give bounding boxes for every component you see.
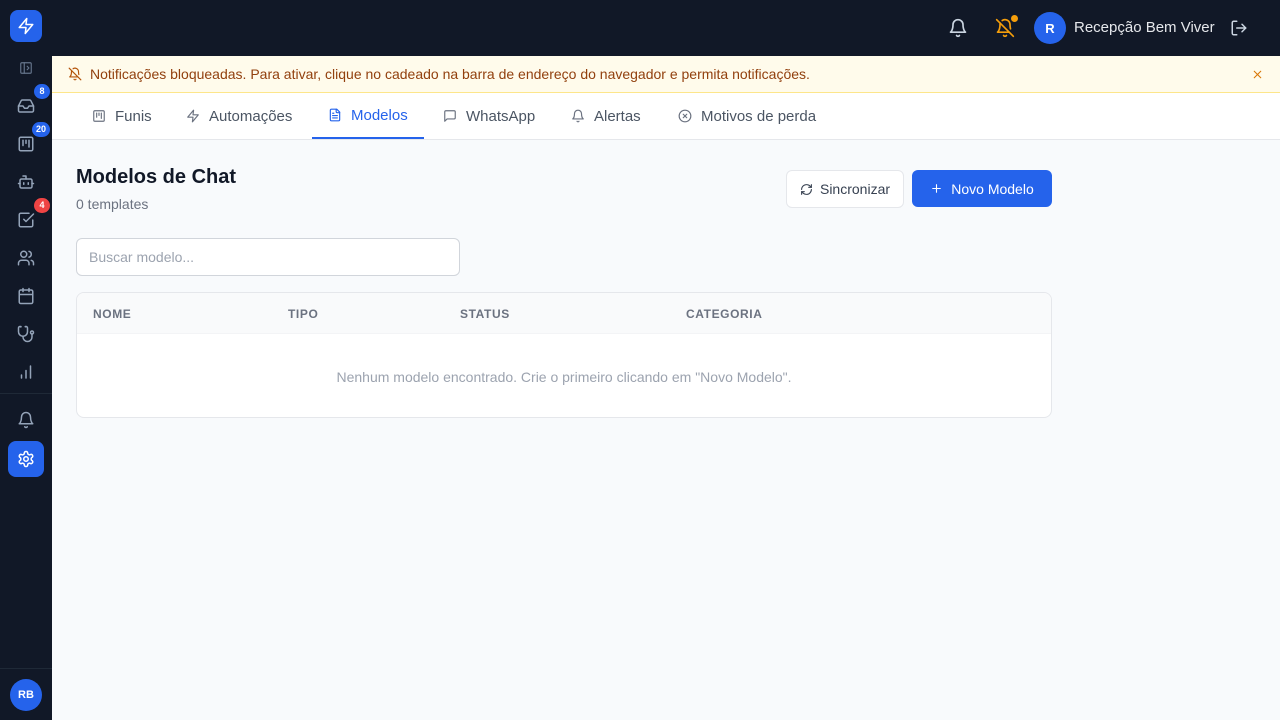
sidebar-item-tasks[interactable]: 4	[10, 198, 50, 236]
sidebar-item-contacts[interactable]	[10, 242, 42, 274]
zap-icon	[187, 109, 199, 123]
tab-label: Funis	[115, 107, 152, 125]
bell-icon	[18, 411, 34, 429]
notifications-blocked-button[interactable]	[993, 15, 1018, 40]
table-header: NOME TIPO STATUS CATEGORIA	[77, 293, 1051, 334]
tab-label: Motivos de perda	[701, 107, 817, 125]
sidebar-user-avatar[interactable]: RB	[10, 679, 42, 711]
logout-button[interactable]	[1227, 16, 1251, 40]
tab-label: WhatsApp	[466, 107, 536, 125]
app-logo[interactable]	[10, 10, 42, 42]
new-template-button-label: Novo Modelo	[951, 180, 1034, 197]
sidebar-item-bots[interactable]	[10, 166, 42, 198]
template-count: 0 templates	[76, 196, 149, 212]
search-input[interactable]	[76, 238, 460, 276]
notification-blocked-banner: Notificações bloqueadas. Para ativar, cl…	[52, 56, 1280, 93]
empty-state-message: Nenhum modelo encontrado. Crie o primeir…	[336, 369, 792, 385]
calendar-icon	[18, 287, 34, 305]
user-avatar[interactable]: R	[1034, 12, 1066, 44]
column-header-status: STATUS	[460, 307, 510, 321]
sidebar-item-clinical[interactable]	[10, 318, 42, 350]
tab-label: Alertas	[594, 107, 641, 125]
tab-label: Modelos	[351, 106, 408, 124]
message-icon	[444, 110, 456, 122]
panel-left-icon	[20, 62, 32, 74]
settings-tabs: Funis Automações Modelos WhatsApp Alerta…	[52, 93, 1280, 140]
kanban-icon	[18, 136, 34, 152]
sidebar-item-reports[interactable]	[10, 356, 42, 388]
bell-icon	[949, 18, 967, 38]
kanban-icon	[93, 110, 105, 122]
sidebar-item-notifications[interactable]	[10, 404, 42, 436]
sidebar-divider	[0, 393, 52, 394]
gear-icon	[18, 450, 34, 468]
x-circle-icon	[678, 109, 692, 123]
file-text-icon	[329, 108, 341, 122]
logout-icon	[1231, 20, 1247, 36]
sync-button-label: Sincronizar	[819, 181, 891, 197]
sidebar-item-calendar[interactable]	[10, 280, 42, 312]
notification-dot	[1011, 15, 1018, 22]
new-template-button[interactable]: Novo Modelo	[912, 170, 1052, 207]
page-title: Modelos de Chat	[76, 166, 237, 188]
tab-label: Automações	[209, 107, 293, 125]
sidebar-divider-bottom	[0, 668, 52, 669]
bell-icon	[572, 109, 584, 123]
sidebar-item-settings[interactable]	[8, 441, 44, 477]
bar-chart-icon	[20, 365, 32, 379]
bot-icon	[17, 175, 35, 189]
tab-modelos[interactable]: Modelos	[312, 93, 424, 139]
users-icon	[17, 250, 35, 266]
templates-table: NOME TIPO STATUS CATEGORIA Nenhum modelo…	[76, 292, 1052, 418]
checkbox-icon	[18, 212, 35, 228]
plus-icon	[932, 184, 942, 193]
top-bar: R Recepção Bem Viver	[52, 0, 1280, 56]
stethoscope-icon	[17, 325, 35, 343]
inbox-badge: 8	[34, 84, 50, 99]
sync-button[interactable]: Sincronizar	[786, 170, 904, 208]
tasks-badge: 4	[34, 198, 50, 213]
sidebar: 8 20 4 RB	[0, 0, 52, 720]
column-header-categoria: CATEGORIA	[686, 307, 763, 321]
user-name[interactable]: Recepção Bem Viver	[1074, 19, 1215, 36]
sidebar-item-pipeline[interactable]: 20	[10, 122, 50, 160]
pipeline-badge: 20	[31, 122, 50, 137]
refresh-icon	[801, 183, 812, 195]
bell-off-icon	[68, 67, 82, 81]
sidebar-collapse-button[interactable]	[10, 52, 42, 84]
zap-icon	[18, 17, 34, 35]
close-icon	[1253, 70, 1261, 78]
sidebar-item-inbox[interactable]: 8	[10, 84, 50, 122]
banner-close-button[interactable]	[1250, 67, 1264, 81]
banner-text: Notificações bloqueadas. Para ativar, cl…	[90, 66, 810, 82]
notifications-button[interactable]	[946, 16, 970, 40]
tab-whatsapp[interactable]: WhatsApp	[427, 93, 551, 139]
tab-funis[interactable]: Funis	[76, 93, 168, 139]
tab-alertas[interactable]: Alertas	[555, 93, 657, 139]
column-header-tipo: TIPO	[288, 307, 319, 321]
column-header-nome: NOME	[93, 307, 132, 321]
tab-motivos-de-perda[interactable]: Motivos de perda	[662, 93, 832, 139]
inbox-icon	[17, 99, 35, 113]
tab-automacoes[interactable]: Automações	[170, 93, 308, 139]
